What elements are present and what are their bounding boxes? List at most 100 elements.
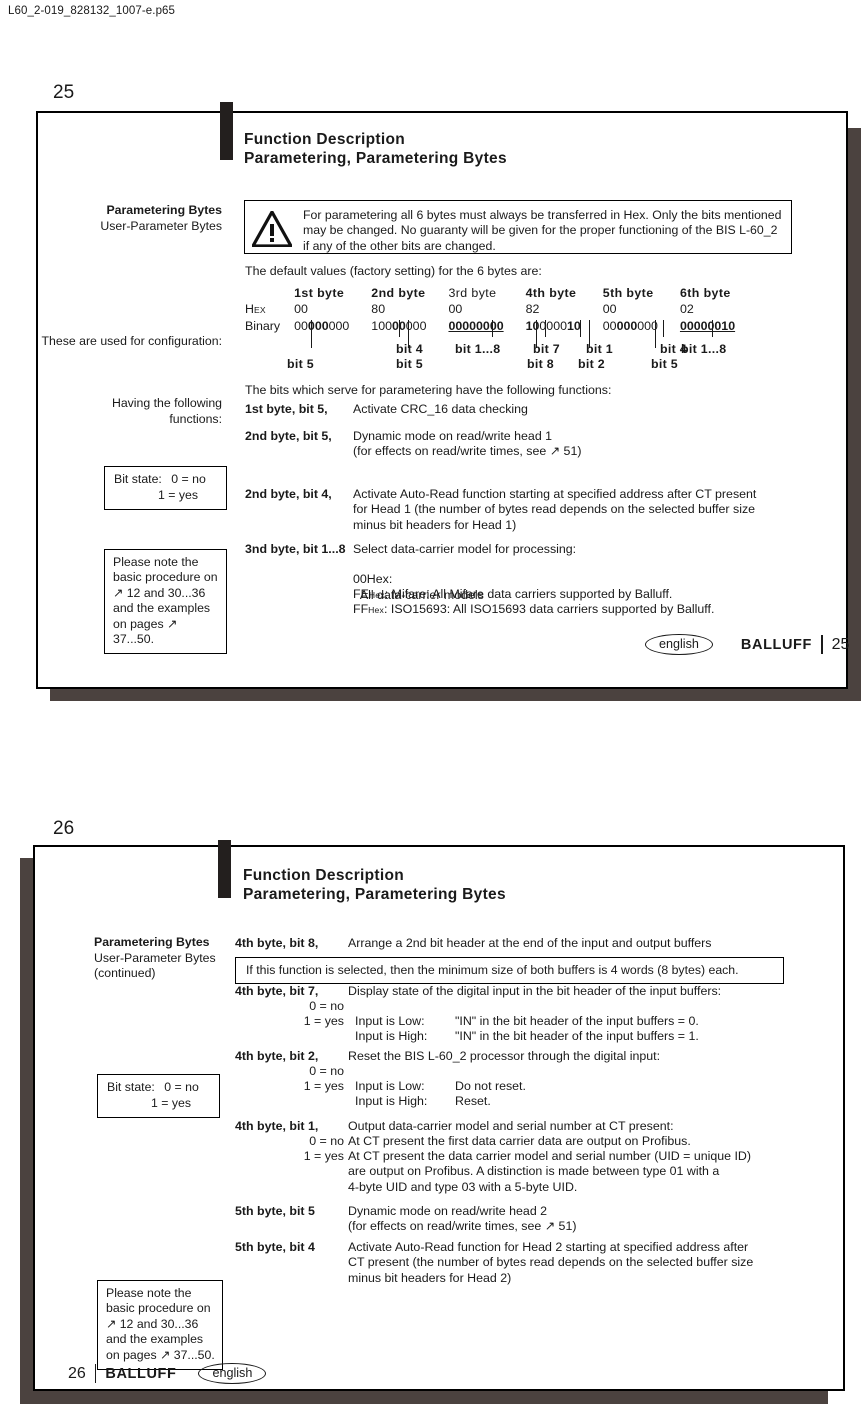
page-26-entry-3-key: 4th byte, bit 2,: [235, 1049, 319, 1063]
bit-pointer-line-11: [712, 320, 714, 337]
page-25-entry-2-key: 2nd byte, bit 5,: [245, 429, 332, 443]
bit-pointer-line-1: [311, 320, 313, 348]
page-26-entry-4-key: 4th byte, bit 1,: [235, 1119, 319, 1133]
page-25-brand-logo: BALLUFF: [740, 636, 812, 653]
sub-3-hex: FF: [353, 602, 369, 617]
byte-col-6-hex: 02: [679, 302, 694, 316]
page-26-entry-2-row-1-value: "IN" in the bit header of the input buff…: [455, 1029, 699, 1043]
bit-pointer-line-9: [655, 320, 657, 348]
bit-label-1st-byte-bit5: bit 5: [287, 357, 314, 371]
page-25-entry-1-text: Activate CRC_16 data checking: [353, 402, 528, 416]
bit-label-5th-byte-bit5: bit 5: [651, 357, 678, 371]
footer-divider-25: [820, 635, 823, 654]
page-26-entry-3-row-0-value: Do not reset.: [455, 1079, 526, 1093]
byte-col-6-binary: 00000010: [679, 319, 736, 333]
p26-side-label-line1: Parametering Bytes: [94, 935, 210, 949]
page-26-side-label-parametering: Parametering Bytes User-Parameter Bytes …: [94, 935, 244, 982]
page-25-entry-3-key: 2nd byte, bit 4,: [245, 487, 332, 501]
page-26-info-box: If this function is selected, then the m…: [235, 957, 784, 984]
page-25-warning-box: For parametering all 6 bytes must always…: [244, 200, 792, 254]
page-25-header-title: Function Description Parametering, Param…: [244, 131, 507, 167]
page-25-entry-1-key: 1st byte, bit 5,: [245, 402, 328, 416]
byte-table-header-row: 1st byte 2nd byte 3rd byte 4th byte 5th …: [245, 285, 735, 301]
footer-divider-26: [94, 1364, 97, 1383]
page-26-header-title: Function Description Parametering, Param…: [243, 867, 506, 903]
byte-col-2-hex: 80: [371, 302, 386, 316]
bit-label-6th-byte-bit1-8: bit 1...8: [681, 342, 727, 356]
bit-label-4th-byte-bit8: bit 8: [527, 357, 554, 371]
p26-bit-state-value-1: 0 = no: [164, 1080, 199, 1094]
page-25-footer-number: 25: [831, 635, 850, 653]
p26-side-label-line2: User-Parameter Bytes: [94, 950, 216, 965]
page-26-entry-2-row-0-label: Input is Low:: [355, 1014, 425, 1028]
page-26-entry-2-state-1: 1 = yes: [303, 1014, 344, 1028]
p26-bit-state-value-2: 1 = yes: [151, 1095, 191, 1110]
warning-triangle-icon: [250, 208, 294, 248]
sub-3-hexsub: Hex: [368, 605, 385, 616]
page-26-entry-3-row-0-label: Input is Low:: [355, 1079, 425, 1093]
page-26-entry-6-key: 5th byte, bit 4: [235, 1240, 315, 1254]
page-26-entry-6-text: Activate Auto-Read function for Head 2 s…: [348, 1240, 754, 1285]
bit-label-4th-byte-bit1: bit 1: [586, 342, 613, 356]
page-26-entry-4-line-1: At CT present the data carrier model and…: [348, 1149, 751, 1194]
page-25-byte-table: 1st byte 2nd byte 3rd byte 4th byte 5th …: [245, 285, 735, 334]
side-label-line1: Parametering Bytes: [106, 203, 222, 217]
page-25-entry-4-key: 3nd byte, bit 1...8: [245, 542, 346, 556]
byte-table-binary-row: Binary 00000000 10000000 00000000 100000…: [245, 318, 735, 334]
byte-col-6-header: 6th byte: [679, 286, 731, 300]
page-25-side-label-functions: Having the following functions:: [111, 396, 222, 426]
page-26-outer-number: 26: [53, 818, 75, 839]
byte-col-1-binary: 00000000: [294, 319, 350, 333]
page-25-default-values-intro: The default values (factory setting) for…: [245, 264, 542, 278]
page-25-entry-4-text: Select data-carrier model for processing…: [353, 542, 577, 556]
bit-label-4th-byte-bit2: bit 2: [578, 357, 605, 371]
page-25-side-label-configuration: These are used for configuration:: [41, 334, 222, 348]
page-26-entry-3-state-1: 1 = yes: [303, 1079, 344, 1093]
page-26-entry-5-key: 5th byte, bit 5: [235, 1204, 315, 1218]
page-25-warning-text: For parametering all 6 bytes must always…: [303, 208, 782, 253]
byte-table-binary-label: Binary: [245, 319, 281, 333]
bit-state-value-1: 0 = no: [171, 472, 206, 486]
byte-col-3-header: 3rd byte: [448, 286, 497, 300]
byte-col-4-binary: 10000010: [525, 319, 581, 333]
page-26-footer-number: 26: [68, 1364, 86, 1382]
bit-state-label: Bit state:: [114, 472, 162, 486]
page-26-entry-5-text: Dynamic mode on read/write head 2 (for e…: [348, 1204, 577, 1234]
page-26-entry-3-row-1-label: Input is High:: [355, 1094, 428, 1108]
page-26-tab-mark: [218, 840, 231, 898]
page-26-entry-4-state-0: 0 = no: [309, 1134, 344, 1148]
byte-col-5-hex: 00: [602, 302, 617, 316]
page-26-entry-2-text: Display state of the digital input in th…: [348, 984, 722, 998]
byte-col-5-binary: 00000000: [602, 319, 658, 333]
page-25-side-label-parametering: Parametering Bytes User-Parameter Bytes: [30, 203, 222, 234]
page-25-language-badge: english: [645, 634, 713, 655]
page-26-note-box: Please note the basic procedure on ↗ 12 …: [97, 1280, 223, 1371]
page-25-footer: english BALLUFF 25: [645, 634, 849, 655]
byte-col-1-header: 1st byte: [294, 286, 345, 300]
bit-pointer-line-10: [663, 320, 665, 337]
source-filename: L60_2-019_828132_1007-e.p65: [8, 5, 176, 17]
page-26-language-badge: english: [198, 1363, 267, 1384]
page-26-entry-2-row-1-label: Input is High:: [355, 1029, 428, 1043]
page-25-shadow-right: [848, 128, 861, 701]
byte-col-1-hex: 00: [294, 302, 308, 316]
page-25-entry-3-text: Activate Auto-Read function starting at …: [353, 487, 757, 532]
page-26-brand-logo: BALLUFF: [105, 1365, 177, 1382]
bit-state-value-2: 1 = yes: [158, 487, 198, 502]
bit-pointer-line-2: [399, 320, 401, 337]
p26-bit-state-label: Bit state:: [107, 1080, 155, 1094]
bit-pointer-line-6: [545, 320, 547, 337]
page-25-entry-2-text: Dynamic mode on read/write head 1 (for e…: [353, 429, 582, 459]
bit-label-2nd-byte-bit5: bit 5: [396, 357, 423, 371]
page-25-functions-intro: The bits which serve for parametering ha…: [245, 383, 612, 397]
page-25-tab-mark: [220, 102, 233, 160]
side-label-line2: User-Parameter Bytes: [100, 218, 222, 233]
page-25-bit-state-box: Bit state: 0 = no 1 = yes: [104, 466, 227, 511]
byte-col-3-binary: 00000000: [448, 319, 504, 333]
page-25-outer-number: 25: [53, 82, 75, 103]
page-26-entry-1-key: 4th byte, bit 8,: [235, 936, 319, 950]
page-26-shadow-bottom: [20, 1391, 828, 1404]
byte-table-hex-row: HEX 00 80 00 82 00 02: [245, 301, 735, 318]
page-26-entry-4-state-1: 1 = yes: [303, 1149, 344, 1163]
page-25-shadow-bottom: [50, 688, 861, 701]
